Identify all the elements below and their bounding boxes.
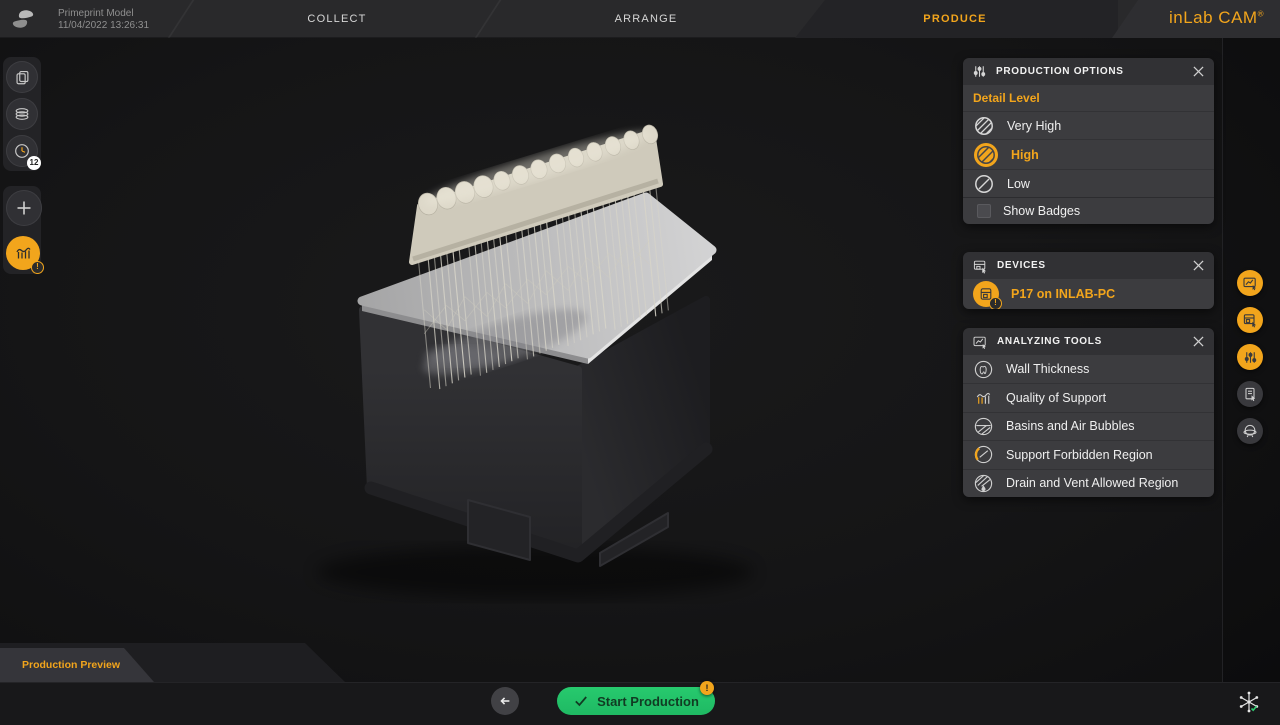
panel-title: PRODUCTION OPTIONS <box>996 66 1182 77</box>
check-icon <box>573 693 589 709</box>
close-icon[interactable] <box>1191 65 1205 79</box>
analyzing-tools-header: ANALYZING TOOLS <box>963 328 1214 355</box>
copies-icon <box>17 72 28 84</box>
snowflake-icon <box>1236 689 1262 715</box>
analyzing-tools-panel: ANALYZING TOOLS Wall Thickness Quality <box>963 328 1214 497</box>
detail-level-label: Detail Level <box>963 85 1214 111</box>
device-row[interactable]: ! P17 on INLAB-PC <box>963 279 1214 309</box>
topbar-divider <box>475 0 502 38</box>
document-cursor-icon <box>1242 386 1258 402</box>
model-supports-icon <box>17 248 30 258</box>
sliders-icon <box>1243 350 1258 365</box>
app-brand: inLab CAM® <box>1169 8 1264 28</box>
quality-of-support-icon <box>973 388 994 409</box>
tool-basins-air-bubbles[interactable]: Basins and Air Bubbles <box>963 412 1214 440</box>
panel-title: DEVICES <box>997 260 1182 271</box>
top-bar: Primeprint Model 11/04/2022 13:26:31 COL… <box>0 0 1280 38</box>
left-toolbar-views: 12 <box>3 57 41 171</box>
device-icon <box>1242 312 1258 328</box>
back-button[interactable] <box>491 687 519 715</box>
analyzing-tools-body: Wall Thickness Quality of Support Basins… <box>963 355 1214 497</box>
detail-high-icon <box>973 142 999 168</box>
devices-body: ! P17 on INLAB-PC <box>963 279 1214 309</box>
show-badges-row[interactable]: Show Badges <box>963 197 1214 224</box>
device-alert-badge: ! <box>989 297 1002 309</box>
production-alert-badge: ! <box>31 261 44 274</box>
back-arrow-icon <box>498 694 512 708</box>
detail-very-high-icon <box>973 115 995 137</box>
production-options-body: Detail Level Very High <box>963 85 1214 224</box>
printer-device-icon: ! <box>973 281 999 307</box>
plus-icon <box>18 202 31 215</box>
analyze-monitor-icon <box>1242 275 1258 291</box>
show-badges-label: Show Badges <box>1003 204 1080 218</box>
production-options-header: PRODUCTION OPTIONS <box>963 58 1214 85</box>
layers-icon <box>16 109 28 120</box>
project-datetime: 11/04/2022 13:26:31 <box>58 20 149 32</box>
add-object-button[interactable] <box>6 190 42 226</box>
tab-produce[interactable]: PRODUCE <box>895 0 1015 38</box>
tool-drain-vent-allowed-region[interactable]: Drain and Vent Allowed Region <box>963 469 1214 497</box>
bottom-bar: Start Production ! <box>0 682 1280 725</box>
devices-toggle-button[interactable] <box>1237 307 1263 333</box>
material-cooling-button[interactable] <box>1236 689 1262 715</box>
sliders-icon <box>972 64 987 79</box>
project-name: Primeprint Model <box>58 8 149 20</box>
history-count-badge: 12 <box>27 156 41 170</box>
tool-wall-thickness[interactable]: Wall Thickness <box>963 355 1214 383</box>
production-options-toggle-button[interactable] <box>1237 344 1263 370</box>
history-button[interactable]: 12 <box>6 135 38 167</box>
production-alert-button[interactable]: ! <box>6 236 40 270</box>
tab-arrange[interactable]: ARRANGE <box>586 0 706 38</box>
topbar-divider <box>168 0 195 38</box>
detail-option-low[interactable]: Low <box>963 169 1214 197</box>
view-3d-button[interactable] <box>1237 418 1263 444</box>
job-details-button[interactable] <box>1237 381 1263 407</box>
tool-quality-of-support[interactable]: Quality of Support <box>963 383 1214 411</box>
close-icon[interactable] <box>1191 335 1205 349</box>
project-info: Primeprint Model 11/04/2022 13:26:31 <box>58 8 149 32</box>
devices-header: DEVICES <box>963 252 1214 279</box>
close-icon[interactable] <box>1191 259 1205 273</box>
app-root: Primeprint Model 11/04/2022 13:26:31 COL… <box>0 0 1280 725</box>
detail-option-very-high[interactable]: Very High <box>963 111 1214 139</box>
panel-title: ANALYZING TOOLS <box>997 336 1182 347</box>
sphere-3d-icon <box>1242 423 1258 439</box>
layers-button[interactable] <box>6 98 38 130</box>
start-production-alert-badge: ! <box>700 681 714 695</box>
detail-low-icon <box>973 173 995 195</box>
devices-panel: DEVICES ! P17 on INLAB-PC <box>963 252 1214 309</box>
wall-thickness-icon <box>973 359 994 380</box>
check-icon <box>1252 706 1257 710</box>
show-badges-checkbox[interactable] <box>977 204 991 218</box>
tool-support-forbidden-region[interactable]: Support Forbidden Region <box>963 440 1214 468</box>
drain-vent-allowed-region-icon <box>973 473 994 494</box>
tab-collect[interactable]: COLLECT <box>277 0 397 38</box>
start-production-button[interactable]: Start Production <box>557 687 715 715</box>
start-production-label: Start Production <box>597 694 699 709</box>
basins-air-bubbles-icon <box>973 416 994 437</box>
analyze-monitor-icon <box>972 334 988 350</box>
dentsply-sirona-logo-icon <box>10 6 36 32</box>
copies-button[interactable] <box>6 61 38 93</box>
floor-shadow <box>317 546 753 598</box>
left-toolbar-actions: ! <box>3 186 41 274</box>
detail-option-high[interactable]: High <box>963 139 1214 169</box>
production-preview-label: Production Preview <box>22 648 120 682</box>
device-label: P17 on INLAB-PC <box>1011 287 1115 301</box>
device-icon <box>972 258 988 274</box>
support-forbidden-region-icon <box>973 444 994 465</box>
clock-icon <box>16 145 29 158</box>
analyzing-tools-toggle-button[interactable] <box>1237 270 1263 296</box>
production-options-panel: PRODUCTION OPTIONS Detail Level Very Hig… <box>963 58 1214 224</box>
